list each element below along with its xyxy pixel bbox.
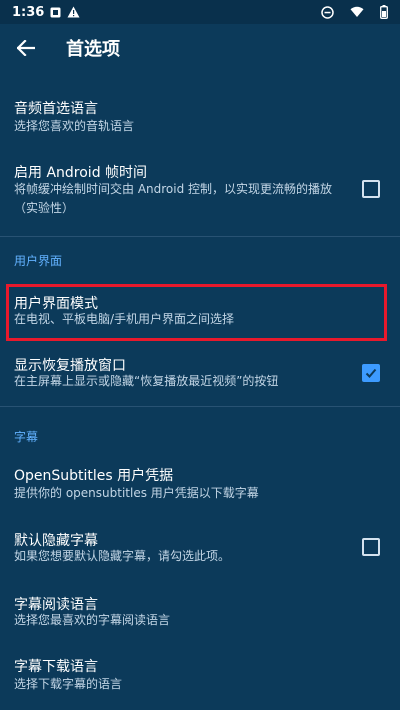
pref-audio-language[interactable]: 音频首选语言 选择您喜欢的音轨语言	[0, 88, 400, 146]
pref-subtitle: 提供你的 opensubtitles 用户凭据以下载字幕	[14, 486, 259, 500]
pref-subtitle: 如果您想要默认隐藏字幕，请勾选此项。	[14, 549, 231, 563]
alert-triangle-icon	[67, 6, 80, 18]
pref-subtitle-download-language[interactable]: 字幕下载语言 选择下载字幕的语言	[0, 646, 400, 706]
back-arrow-icon[interactable]	[14, 36, 38, 60]
section-divider	[0, 236, 400, 237]
app-bar: 首选项	[0, 24, 400, 72]
status-bar: 1:36	[0, 0, 400, 24]
pref-subtitle: 在主屏幕上显示或隐藏“恢复播放最近视频”的按钮	[14, 374, 279, 388]
battery-icon	[380, 5, 388, 19]
section-header-subtitles: 字幕	[14, 430, 39, 444]
page-title: 首选项	[66, 39, 120, 60]
checkmark-icon	[365, 368, 377, 378]
android-frame-checkbox[interactable]	[362, 180, 380, 198]
hide-subtitles-checkbox[interactable]	[362, 538, 380, 556]
pref-subtitle: 选择您喜欢的音轨语言	[14, 119, 135, 133]
pref-android-frame-timing[interactable]: 启用 Android 帧时间 将帧缓冲绘制时间交由 Android 控制，以实现…	[0, 150, 400, 234]
pref-subtitle-reading-language[interactable]: 字幕阅读语言 选择您最喜欢的字幕阅读语言	[0, 584, 400, 642]
pref-subtitle: 选择您最喜欢的字幕阅读语言	[14, 613, 171, 627]
pref-title: 音频首选语言	[14, 101, 98, 117]
dnd-icon	[321, 5, 334, 19]
resume-window-checkbox[interactable]	[362, 364, 380, 382]
pref-subtitle: 选择下载字幕的语言	[14, 677, 123, 691]
section-divider	[0, 406, 400, 407]
pref-title: 启用 Android 帧时间	[14, 165, 148, 181]
notification-square-icon	[50, 7, 61, 18]
pref-opensubtitles-credentials[interactable]: OpenSubtitles 用户凭据 提供你的 opensubtitles 用户…	[0, 457, 400, 515]
pref-hide-subtitles[interactable]: 默认隐藏字幕 如果您想要默认隐藏字幕，请勾选此项。	[0, 520, 400, 580]
pref-resume-window[interactable]: 显示恢复播放窗口 在主屏幕上显示或隐藏“恢复播放最近视频”的按钮	[0, 345, 400, 403]
status-time: 1:36	[12, 4, 45, 20]
highlight-box	[6, 284, 387, 341]
pref-subtitle: 将帧缓冲绘制时间交由 Android 控制，以实现更流畅的播放（实验性）	[14, 182, 333, 215]
pref-title: 字幕下载语言	[14, 659, 98, 675]
section-header-ui: 用户界面	[14, 254, 63, 268]
pref-title: OpenSubtitles 用户凭据	[14, 468, 174, 484]
wifi-icon	[350, 6, 364, 18]
